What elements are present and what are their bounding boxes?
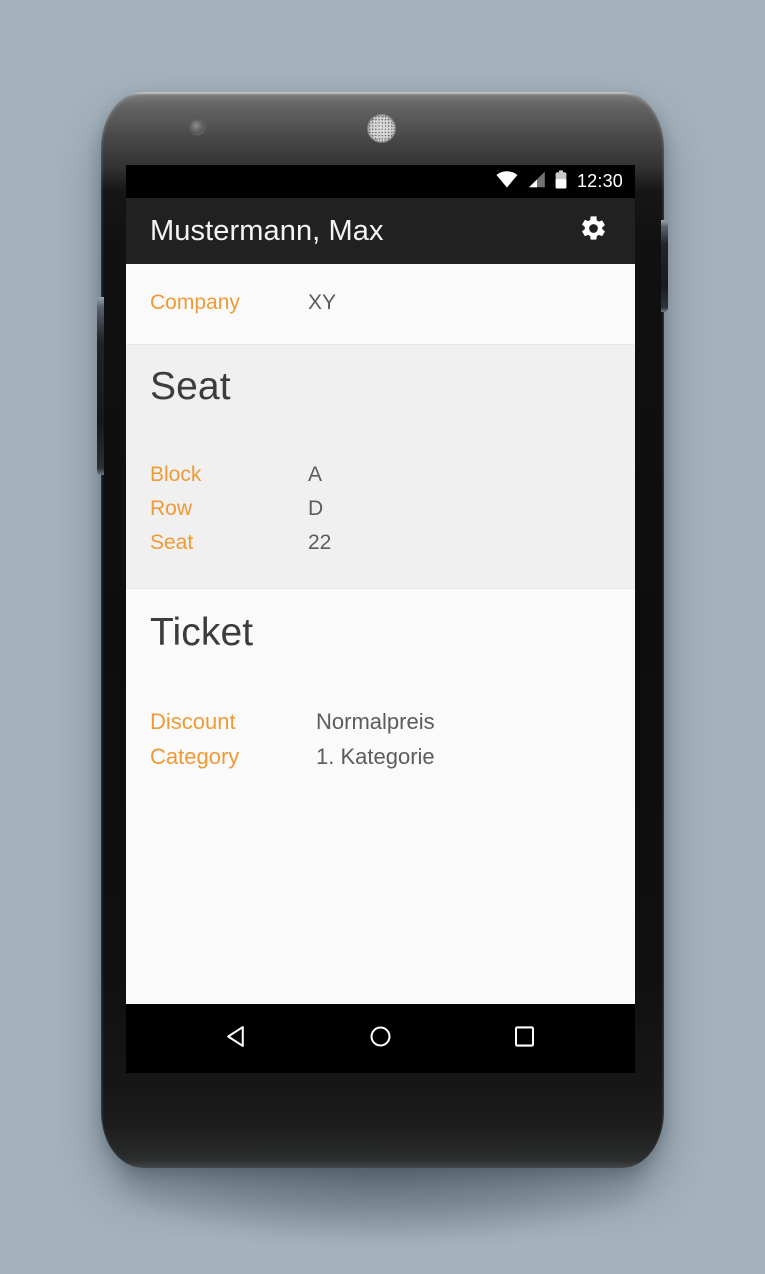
discount-label: Discount — [150, 709, 236, 734]
company-value: XY — [308, 291, 337, 314]
company-table: Company XY — [150, 290, 611, 316]
phone-device-frame: 12:30 Mustermann, Max Company XY Seat Bl… — [97, 92, 668, 1168]
battery-icon — [555, 169, 567, 194]
wifi-icon — [496, 170, 518, 193]
row-label: Row — [150, 497, 193, 520]
earpiece-speaker-icon — [368, 115, 395, 142]
status-bar-clock: 12:30 — [576, 171, 623, 191]
seat-section-heading: Seat — [150, 365, 231, 408]
home-button[interactable] — [349, 1008, 411, 1070]
row-value: D — [308, 497, 324, 520]
recents-button[interactable] — [494, 1008, 556, 1070]
block-label: Block — [150, 463, 202, 486]
seat-value: 22 — [308, 531, 332, 554]
home-circle-icon — [367, 1023, 394, 1055]
table-row: Block A — [150, 458, 611, 492]
front-camera-icon — [190, 120, 205, 135]
volume-rocker-button[interactable] — [97, 297, 104, 475]
company-card: Company XY — [126, 264, 635, 344]
ticket-card: Ticket Discount Normalpreis Category 1. … — [126, 589, 635, 804]
block-value: A — [308, 463, 323, 486]
seat-table: Block A Row D Seat 22 — [150, 458, 611, 560]
seat-card: Seat Block A Row D Seat 22 — [126, 345, 635, 588]
page-title: Mustermann, Max — [150, 214, 384, 247]
cellular-signal-icon — [527, 171, 546, 193]
status-bar: 12:30 — [126, 165, 635, 198]
company-label: Company — [150, 291, 240, 314]
back-button[interactable] — [205, 1008, 267, 1070]
category-label: Category — [150, 744, 240, 769]
table-row: Category 1. Kategorie — [150, 739, 611, 774]
power-button[interactable] — [661, 220, 668, 312]
earpiece-mesh — [368, 115, 395, 142]
android-navigation-bar — [126, 1004, 635, 1073]
ticket-table: Discount Normalpreis Category 1. Kategor… — [150, 704, 611, 774]
back-triangle-icon — [223, 1023, 250, 1055]
settings-button[interactable] — [573, 211, 613, 251]
gear-icon — [579, 214, 608, 248]
discount-value: Normalpreis — [316, 709, 435, 734]
phone-bottom-reflection — [101, 1104, 664, 1168]
recents-square-icon — [511, 1023, 538, 1055]
seat-label: Seat — [150, 531, 194, 554]
table-row: Company XY — [150, 290, 611, 316]
category-value: 1. Kategorie — [316, 744, 435, 769]
table-row: Row D — [150, 492, 611, 526]
table-row: Discount Normalpreis — [150, 704, 611, 739]
phone-screen: 12:30 Mustermann, Max Company XY Seat Bl… — [126, 165, 635, 1073]
action-bar: Mustermann, Max — [126, 198, 635, 264]
table-row: Seat 22 — [150, 526, 611, 560]
content-area: Company XY Seat Block A Row D Seat 22 Ti… — [126, 264, 635, 804]
ticket-section-heading: Ticket — [150, 611, 254, 654]
